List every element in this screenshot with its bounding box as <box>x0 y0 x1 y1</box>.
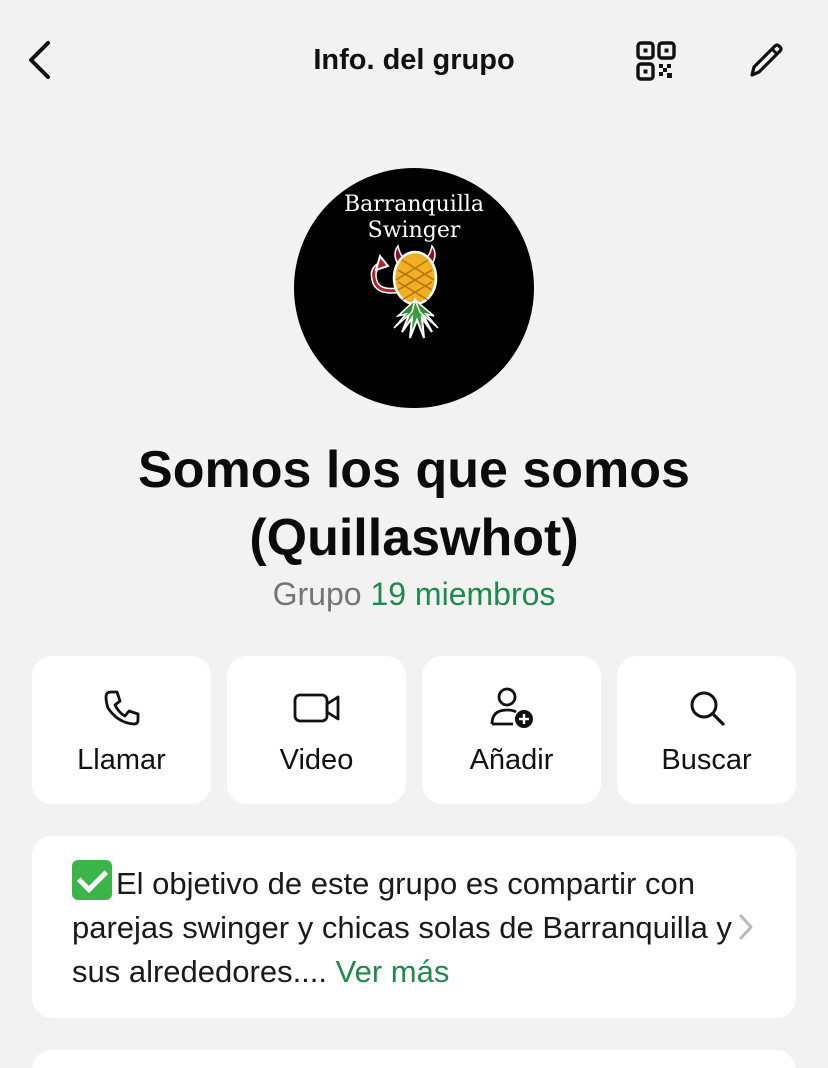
group-description-card[interactable]: El objetivo de este grupo es compartir c… <box>32 836 796 1018</box>
back-button[interactable] <box>18 38 62 82</box>
group-info-screen: Info. del grupo Barranquilla Swinger Som… <box>0 0 828 1068</box>
top-bar: Info. del grupo <box>0 0 828 120</box>
video-label: Video <box>279 744 354 776</box>
add-member-label: Añadir <box>469 744 554 776</box>
see-more-link[interactable]: Ver más <box>336 954 450 989</box>
video-button[interactable]: Video <box>227 656 406 804</box>
edit-button[interactable] <box>738 36 792 86</box>
search-icon <box>690 691 725 726</box>
pencil-icon <box>750 43 783 77</box>
avatar-text-line2: Swinger <box>367 218 461 243</box>
members-count-link[interactable]: 19 miembros <box>370 576 555 612</box>
check-mark-emoji-icon <box>72 860 112 900</box>
video-camera-icon <box>293 693 339 723</box>
call-label: Llamar <box>77 744 166 776</box>
add-person-icon <box>490 687 533 728</box>
phone-icon <box>104 690 139 726</box>
action-buttons: Llamar Video Añadir Buscar <box>32 656 796 804</box>
page-title: Info. del grupo <box>313 44 515 76</box>
chevron-right-icon <box>734 910 758 944</box>
devil-pineapple-logo-icon <box>370 244 439 339</box>
chevron-left-icon <box>29 41 50 79</box>
search-button[interactable]: Buscar <box>617 656 796 804</box>
next-section-card <box>32 1050 796 1068</box>
qr-code-button[interactable] <box>630 36 682 86</box>
group-name: Somos los que somos (Quillaswhot) <box>138 441 690 567</box>
group-avatar[interactable]: Barranquilla Swinger <box>294 168 534 408</box>
search-label: Buscar <box>661 744 752 776</box>
group-meta: Grupo 19 miembros <box>0 576 828 613</box>
avatar-text-line1: Barranquilla <box>343 192 485 217</box>
add-member-button[interactable]: Añadir <box>422 656 601 804</box>
qr-code-icon <box>636 41 676 81</box>
group-description: El objetivo de este grupo es compartir c… <box>72 860 732 994</box>
call-button[interactable]: Llamar <box>32 656 211 804</box>
group-type-label: Grupo <box>272 576 362 612</box>
